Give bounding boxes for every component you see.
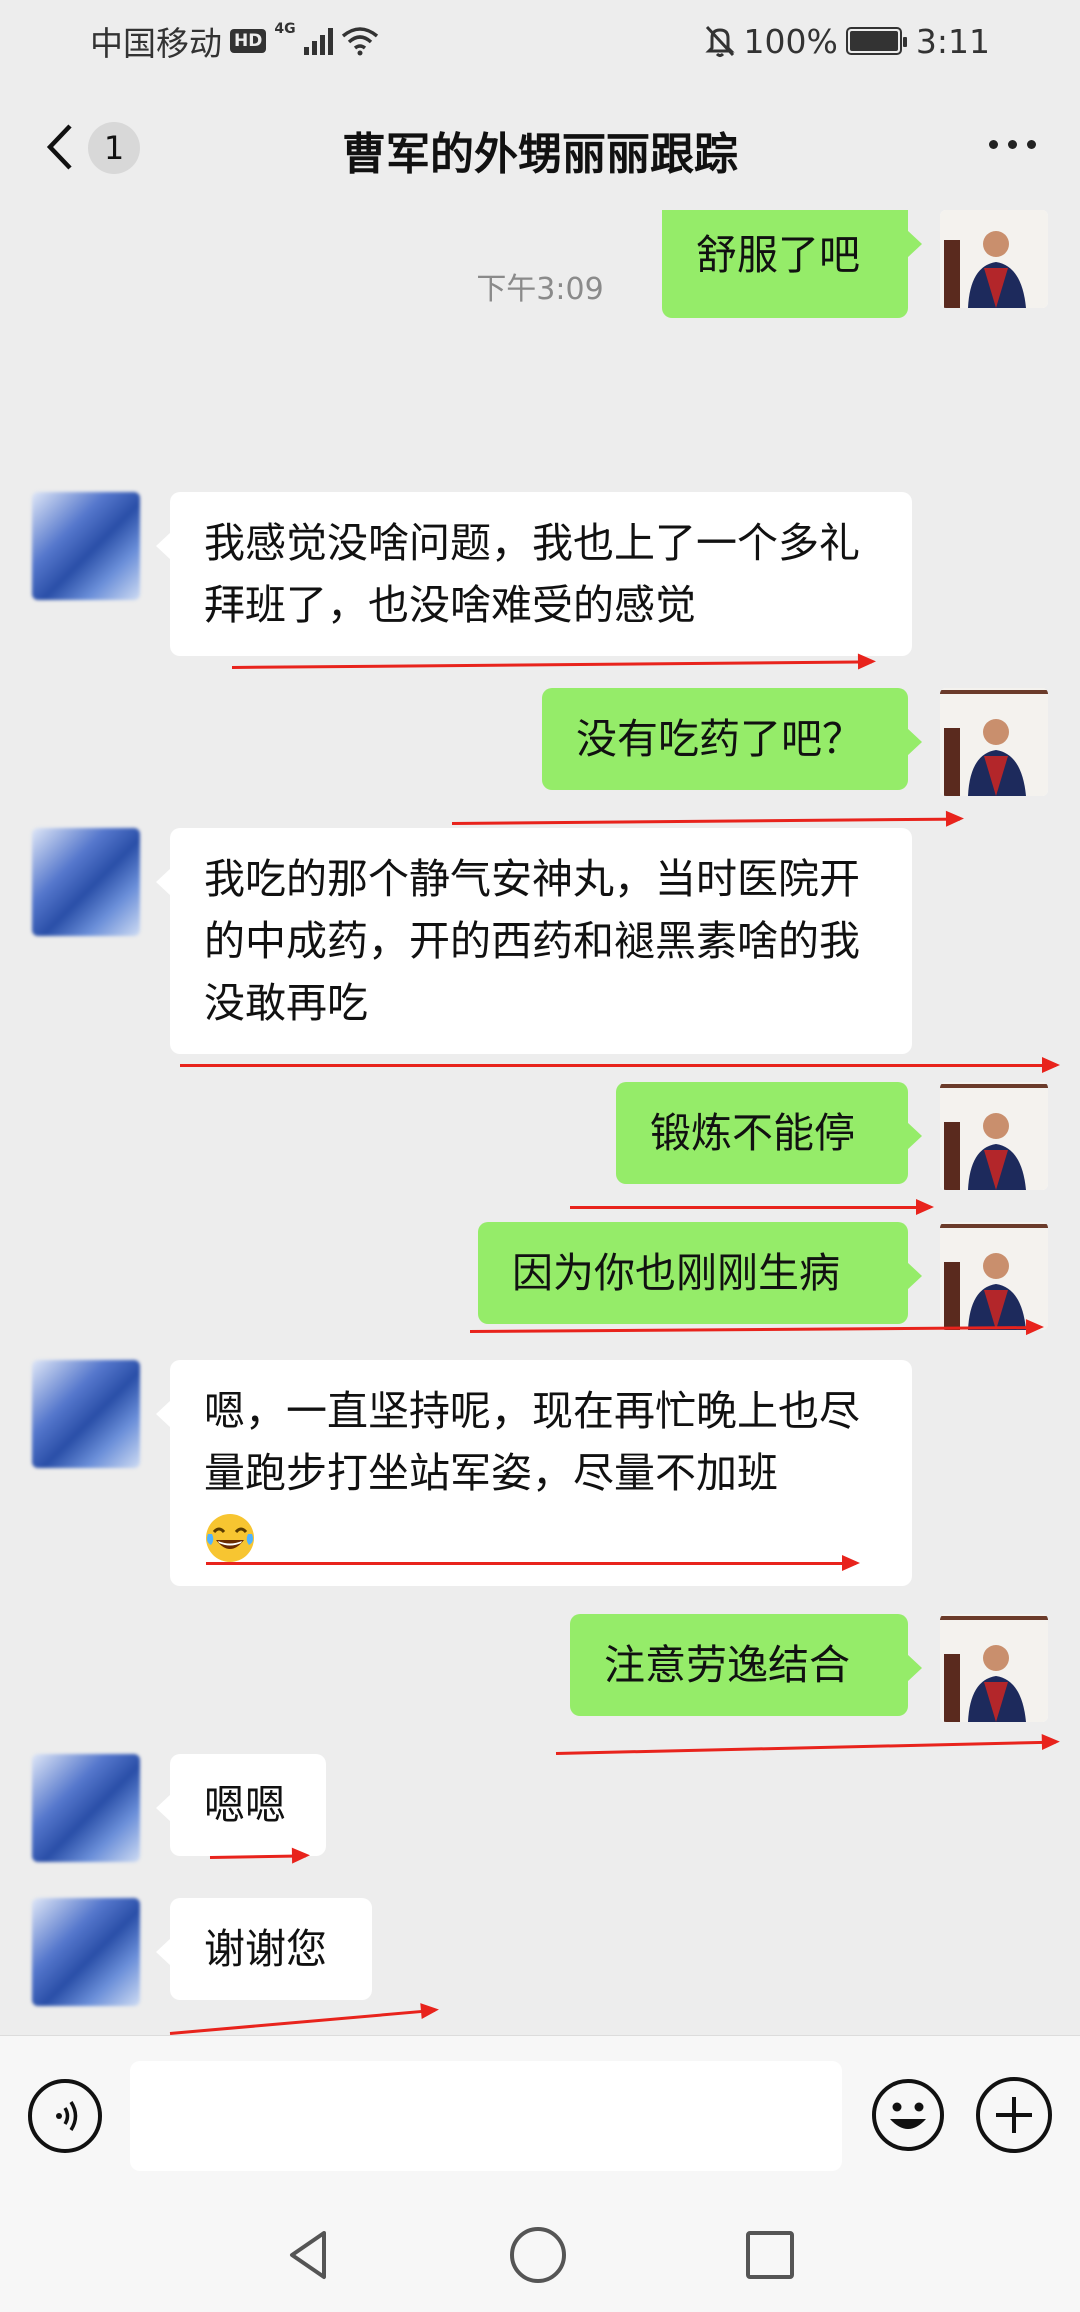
annotation-underline [180, 1057, 1060, 1073]
status-bar: 中国移动 HD 4G 100% 3:11 [0, 0, 1080, 82]
status-right: 100% 3:11 [704, 22, 990, 61]
chat-title: 曹军的外甥丽丽跟踪 [342, 129, 738, 180]
avatar-other[interactable] [32, 828, 140, 936]
message-bubble[interactable]: 我吃的那个静气安神丸，当时医院开的中成药，开的西药和褪黑素啥的我没敢再吃 [156, 828, 912, 1054]
message-bubble[interactable]: 我感觉没啥问题，我也上了一个多礼拜班了，也没啥难受的感觉 [156, 492, 912, 656]
emoji-icon[interactable] [870, 2077, 946, 2153]
message-bubble[interactable]: 嗯嗯 [156, 1754, 326, 1856]
battery-percent: 100% [743, 21, 838, 61]
battery-icon [845, 27, 907, 55]
message-bubble[interactable]: 没有吃药了吧？ [542, 688, 922, 790]
chat-header: 1 曹军的外甥丽丽跟踪 [0, 82, 1080, 210]
annotation-underline [451, 817, 960, 825]
status-left: 中国移动 HD 4G [90, 17, 379, 65]
nav-recent-icon[interactable] [746, 2231, 794, 2279]
input-bar [0, 2035, 1080, 2195]
avatar-other[interactable] [32, 1360, 140, 1468]
annotation-underline [231, 660, 872, 669]
carrier-label: 中国移动 [90, 24, 222, 63]
avatar-self[interactable] [940, 1082, 1048, 1190]
avatar-other[interactable] [32, 492, 140, 600]
message-bubble[interactable]: 注意劳逸结合 [570, 1614, 922, 1716]
avatar-other[interactable] [32, 1754, 140, 1862]
annotation-underline [206, 1555, 860, 1571]
message-bubble[interactable]: 谢谢您 [156, 1898, 372, 2000]
message-bubble[interactable]: 嗯，一直坚持呢，现在再忙晚上也尽量跑步打坐站军姿，尽量不加班 [156, 1360, 912, 1586]
wifi-icon [341, 27, 378, 56]
timestamp-label: 下午3:09 [476, 272, 604, 307]
chat-message-list[interactable]: 舒服了吧 下午3:09 我感觉没啥问题，我也上了一个多礼拜班了，也没啥难受的感觉… [0, 210, 1080, 2035]
network-type: 4G [274, 21, 296, 37]
nav-home-icon[interactable] [510, 2227, 566, 2283]
avatar-self[interactable] [940, 1614, 1048, 1722]
more-icon[interactable] [989, 140, 1036, 149]
annotation-underline [469, 1326, 1040, 1333]
annotation-underline [570, 1199, 934, 1215]
annotation-underline [209, 1854, 307, 1859]
laughing-tears-emoji-icon [206, 1514, 254, 1562]
message-bubble[interactable]: 因为你也刚刚生病 [478, 1222, 922, 1324]
message-input[interactable] [130, 2061, 842, 2171]
mute-icon [704, 25, 735, 57]
nav-back-icon[interactable] [280, 2225, 340, 2285]
avatar-self[interactable] [940, 1222, 1048, 1330]
annotation-underline [169, 2008, 436, 2035]
message-bubble[interactable]: 锻炼不能停 [616, 1082, 922, 1184]
message-text: 嗯，一直坚持呢，现在再忙晚上也尽量跑步打坐站军姿，尽量不加班 [204, 1387, 860, 1497]
hd-badge: HD [230, 29, 267, 53]
annotation-underline [555, 1740, 1056, 1755]
avatar-self[interactable] [940, 688, 1048, 796]
plus-icon[interactable] [976, 2077, 1052, 2153]
clock: 3:11 [915, 21, 990, 61]
system-nav-bar [0, 2195, 1080, 2312]
signal-icon [303, 27, 333, 55]
avatar-other[interactable] [32, 1898, 140, 2006]
voice-icon[interactable] [28, 2079, 102, 2153]
